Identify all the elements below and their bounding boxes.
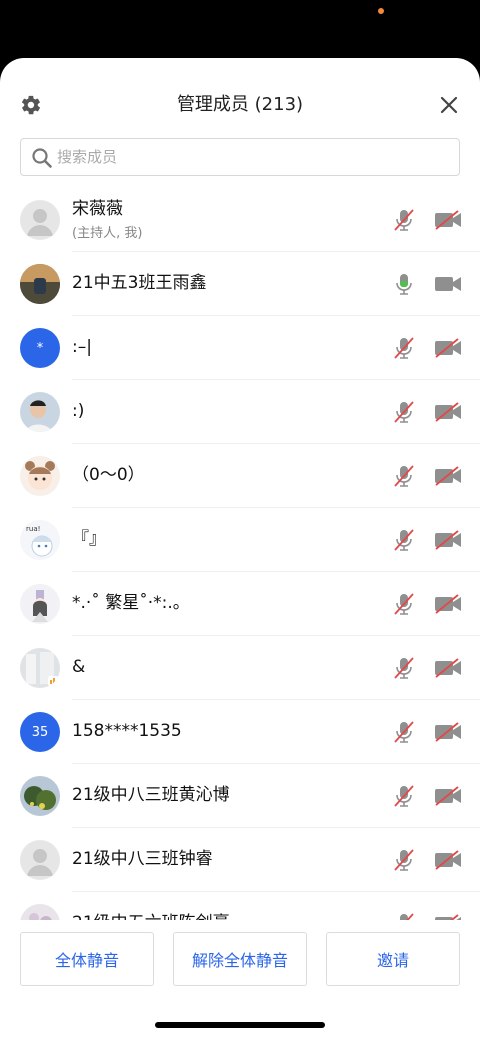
camera-off-icon[interactable] (434, 594, 462, 614)
avatar: * (20, 328, 60, 368)
status-indicator-dot (378, 8, 384, 14)
member-row[interactable]: 宋薇薇 (主持人, 我) (0, 188, 480, 252)
avatar (20, 584, 60, 624)
member-name: :–| (72, 337, 92, 357)
camera-off-icon[interactable] (434, 210, 462, 230)
member-name: 21中五3班王雨鑫 (72, 273, 207, 293)
search-box (20, 138, 460, 176)
camera-off-icon[interactable] (434, 338, 462, 358)
member-row[interactable]: 21级中八三班钟睿 (0, 828, 480, 892)
svg-text:rua!: rua! (26, 525, 40, 533)
member-row[interactable]: :) (0, 380, 480, 444)
avatar: 35 (20, 712, 60, 752)
search-input[interactable] (57, 139, 447, 175)
mic-muted-icon[interactable] (393, 208, 415, 232)
mic-muted-icon[interactable] (393, 336, 415, 360)
mic-muted-icon[interactable] (393, 784, 415, 808)
avatar: rua! (20, 520, 60, 560)
avatar (20, 648, 60, 688)
camera-off-icon[interactable] (434, 466, 462, 486)
member-name: 宋薇薇 (72, 199, 123, 219)
mic-muted-icon[interactable] (393, 400, 415, 424)
member-name: :) (72, 401, 85, 421)
mic-muted-icon[interactable] (393, 528, 415, 552)
member-row[interactable]: 35 158****1535 (0, 700, 480, 764)
avatar (20, 776, 60, 816)
avatar (20, 392, 60, 432)
invite-button[interactable]: 邀请 (326, 932, 460, 986)
camera-off-icon[interactable] (434, 722, 462, 742)
member-role: (主持人, 我) (72, 226, 143, 241)
camera-off-icon[interactable] (434, 658, 462, 678)
member-name: 21级中八三班钟睿 (72, 849, 213, 869)
camera-off-icon[interactable] (434, 850, 462, 870)
avatar (20, 840, 60, 880)
member-row[interactable]: 21中五3班王雨鑫 (0, 252, 480, 316)
member-name: 21级中八三班黄沁博 (72, 785, 230, 805)
home-indicator (155, 1022, 325, 1028)
footer-actions: 全体静音 解除全体静音 邀请 (0, 920, 480, 1038)
member-row[interactable]: 21级中五六班陈剑豪 (0, 892, 480, 923)
mic-muted-icon[interactable] (393, 848, 415, 872)
camera-off-icon[interactable] (434, 530, 462, 550)
member-name: & (72, 657, 86, 677)
member-row[interactable]: *.·˚ 繁星˚·*:.。 (0, 572, 480, 636)
close-icon[interactable] (440, 96, 458, 114)
page-title: 管理成员 (213) (176, 94, 304, 115)
member-row[interactable]: rua! 『』 (0, 508, 480, 572)
camera-on-icon[interactable] (434, 274, 462, 294)
mic-muted-icon[interactable] (393, 656, 415, 680)
member-name: （0～0） (72, 465, 145, 485)
mic-muted-icon[interactable] (393, 720, 415, 744)
member-list: 宋薇薇 (主持人, 我) 21中五3班王雨鑫 * :–|:) （0～0） rua! 『』 *.·… (0, 188, 480, 923)
member-name: *.·˚ 繁星˚·*:.。 (72, 593, 190, 613)
search-icon (32, 148, 52, 168)
sheet-header: 管理成员 (213) (0, 58, 480, 130)
mic-muted-icon[interactable] (393, 592, 415, 616)
member-name: 158****1535 (72, 721, 182, 741)
unmute-all-button[interactable]: 解除全体静音 (173, 932, 307, 986)
mute-all-button[interactable]: 全体静音 (20, 932, 154, 986)
avatar-initials: 35 (31, 724, 49, 740)
manage-members-sheet: 管理成员 (213) 宋薇薇 (主持人, 我) 21中五3班王雨鑫 * :–|:) （0～… (0, 58, 480, 1038)
member-name: 『』 (72, 529, 106, 549)
avatar (20, 200, 60, 240)
member-row[interactable]: * :–| (0, 316, 480, 380)
member-row[interactable]: （0～0） (0, 444, 480, 508)
avatar (20, 456, 60, 496)
member-row[interactable]: 21级中八三班黄沁博 (0, 764, 480, 828)
mic-on-icon[interactable] (393, 272, 415, 296)
member-row[interactable]: & (0, 636, 480, 700)
camera-off-icon[interactable] (434, 786, 462, 806)
camera-off-icon[interactable] (434, 402, 462, 422)
avatar (20, 264, 60, 304)
avatar-initials: * (36, 340, 44, 356)
mic-muted-icon[interactable] (393, 464, 415, 488)
